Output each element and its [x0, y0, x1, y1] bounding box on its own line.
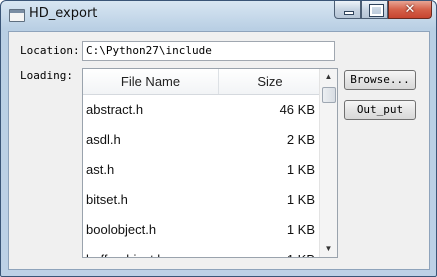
list-item[interactable]: ast.h 1 KB: [83, 155, 321, 185]
file-size: 46 KB: [279, 102, 315, 117]
list-item[interactable]: asdl.h 2 KB: [83, 125, 321, 155]
file-size: 2 KB: [286, 132, 315, 147]
loading-label: Loading:: [20, 69, 73, 82]
file-size: 1 KB: [286, 162, 315, 177]
maximize-icon: [369, 4, 384, 17]
file-name: abstract.h: [86, 102, 144, 117]
column-header-size[interactable]: Size: [219, 69, 321, 94]
output-button[interactable]: Out_put: [344, 100, 416, 120]
scroll-thumb[interactable]: [322, 87, 336, 103]
title-bar[interactable]: HD_export ✕: [1, 1, 436, 31]
list-item[interactable]: abstract.h 46 KB: [83, 95, 321, 125]
caption-buttons: ✕: [334, 1, 432, 20]
close-icon: ✕: [404, 2, 416, 17]
list-item[interactable]: bufferobject.h 1 KB: [83, 245, 321, 257]
scroll-down-arrow-icon[interactable]: ▼: [320, 241, 337, 257]
location-input[interactable]: C:\Python27\include: [82, 41, 335, 61]
list-item[interactable]: boolobject.h 1 KB: [83, 215, 321, 245]
window-title: HD_export: [29, 6, 98, 21]
minimize-button[interactable]: [334, 1, 361, 19]
close-button[interactable]: ✕: [388, 1, 432, 19]
minimize-icon: [344, 11, 354, 15]
maximize-button[interactable]: [361, 1, 388, 19]
app-window: HD_export ✕ Location: C:\Python27\includ…: [0, 0, 437, 277]
dialog-body: Location: C:\Python27\include Loading: F…: [8, 31, 430, 270]
file-name: boolobject.h: [86, 222, 157, 237]
file-list-header: File Name Size: [83, 69, 321, 95]
file-list[interactable]: File Name Size abstract.h 46 KB asdl.h 2…: [82, 68, 338, 258]
file-name: asdl.h: [86, 132, 121, 147]
file-name: ast.h: [86, 162, 115, 177]
file-name: bitset.h: [86, 192, 128, 207]
file-size: 1 KB: [286, 222, 315, 237]
vertical-scrollbar[interactable]: ▲ ▼: [319, 69, 337, 257]
column-header-file-name[interactable]: File Name: [83, 69, 219, 94]
window-app-icon: [9, 9, 25, 22]
browse-button[interactable]: Browse...: [344, 70, 416, 90]
location-label: Location:: [20, 44, 80, 57]
file-size: 1 KB: [286, 192, 315, 207]
list-item[interactable]: bitset.h 1 KB: [83, 185, 321, 215]
file-size: 1 KB: [287, 245, 315, 257]
file-list-rows: abstract.h 46 KB asdl.h 2 KB ast.h 1 KB …: [83, 95, 321, 257]
scroll-up-arrow-icon[interactable]: ▲: [320, 69, 337, 85]
file-name: bufferobject.h: [86, 245, 165, 257]
